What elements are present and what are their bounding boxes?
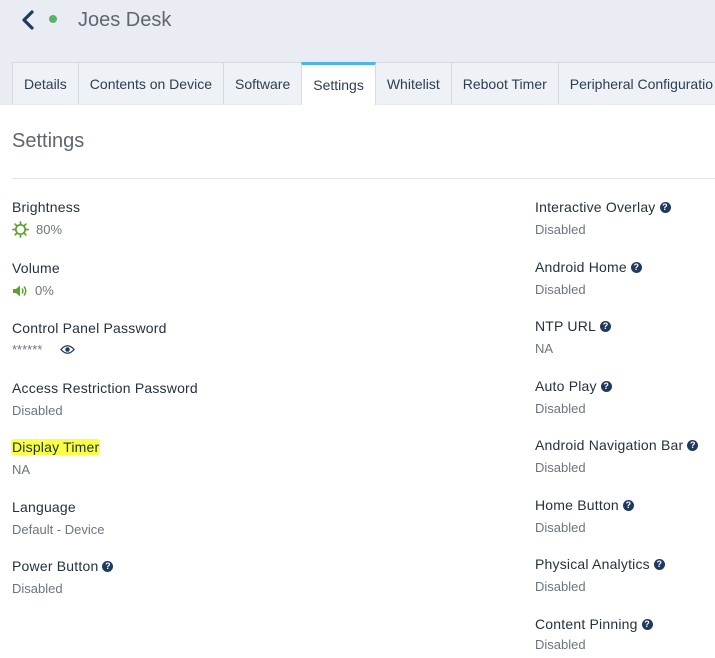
android-home-label-row: Android Home ? — [535, 259, 642, 275]
volume-label: Volume — [12, 260, 60, 276]
android-navigation-bar-value: Disabled — [535, 460, 586, 475]
language-setting: Language Default - Device — [12, 499, 104, 537]
volume-value: 0% — [35, 283, 54, 298]
home-button-value: Disabled — [535, 520, 586, 535]
power-button-label-row: Power Button ? — [12, 558, 114, 574]
interactive-overlay-label: Interactive Overlay — [535, 199, 656, 215]
auto-play-setting: Auto Play ? Disabled — [535, 378, 612, 416]
power-button-label: Power Button — [12, 558, 99, 574]
back-button[interactable] — [16, 6, 40, 34]
tab-contents-on-device[interactable]: Contents on Device — [77, 62, 224, 104]
section-title: Settings — [12, 130, 85, 152]
power-button-setting: Power Button ? Disabled — [12, 558, 114, 596]
tab-software[interactable]: Software — [222, 62, 303, 104]
help-icon[interactable]: ? — [622, 499, 634, 511]
display-timer-label-row: Display Timer — [11, 439, 101, 455]
volume-icon — [12, 284, 28, 298]
ntp-url-label: NTP URL — [535, 318, 597, 334]
android-home-label: Android Home — [535, 259, 627, 275]
android-home-setting: Android Home ? Disabled — [535, 259, 642, 297]
help-icon[interactable]: ? — [659, 201, 671, 213]
home-button-setting: Home Button ? Disabled — [535, 497, 634, 535]
interactive-overlay-label-row: Interactive Overlay ? — [535, 199, 671, 215]
content-pinning-value: Disabled — [535, 637, 586, 652]
brightness-setting: Brightness 80% — [12, 199, 80, 238]
display-timer-label: Display Timer — [11, 439, 101, 455]
tab-reboot-timer[interactable]: Reboot Timer — [450, 62, 559, 104]
home-button-label-row: Home Button ? — [535, 497, 634, 513]
auto-play-label-row: Auto Play ? — [535, 378, 612, 394]
eye-icon[interactable] — [60, 344, 76, 355]
status-indicator — [49, 15, 57, 23]
help-icon[interactable]: ? — [630, 261, 642, 273]
tab-whitelist[interactable]: Whitelist — [374, 62, 452, 104]
tab-bar: Details Contents on Device Software Sett… — [12, 62, 715, 105]
access-restriction-password-setting: Access Restriction Password Disabled — [12, 380, 198, 418]
ntp-url-setting: NTP URL ? NA — [535, 318, 612, 356]
control-panel-password-label: Control Panel Password — [12, 320, 167, 336]
chevron-left-icon — [22, 10, 34, 30]
volume-value-row: 0% — [12, 283, 60, 298]
help-icon[interactable]: ? — [102, 560, 114, 572]
content-pinning-label-row: Content Pinning ? — [535, 616, 653, 632]
ntp-url-label-row: NTP URL ? — [535, 318, 612, 334]
content-pinning-label: Content Pinning — [535, 616, 638, 632]
physical-analytics-label: Physical Analytics — [535, 556, 650, 572]
power-button-value: Disabled — [12, 581, 63, 596]
access-restriction-password-label: Access Restriction Password — [12, 380, 198, 396]
home-button-label: Home Button — [535, 497, 619, 513]
brightness-icon — [12, 221, 29, 238]
access-restriction-password-value: Disabled — [12, 403, 63, 418]
auto-play-label: Auto Play — [535, 378, 597, 394]
android-navigation-bar-label-row: Android Navigation Bar ? — [535, 437, 699, 453]
interactive-overlay-setting: Interactive Overlay ? Disabled — [535, 199, 671, 237]
divider — [12, 178, 715, 179]
language-label: Language — [12, 499, 76, 515]
help-icon[interactable]: ? — [641, 618, 653, 630]
android-navigation-bar-setting: Android Navigation Bar ? Disabled — [535, 437, 699, 475]
control-panel-password-value-row: ****** — [12, 342, 167, 357]
physical-analytics-setting: Physical Analytics ? Disabled — [535, 556, 665, 594]
ntp-url-value: NA — [535, 341, 554, 356]
device-header: Joes Desk Details Contents on Device Sof… — [0, 0, 715, 105]
display-timer-setting: Display Timer NA — [11, 439, 101, 477]
display-timer-value: NA — [12, 462, 31, 477]
page-title: Joes Desk — [78, 9, 172, 31]
help-icon[interactable]: ? — [653, 558, 665, 570]
language-value: Default - Device — [12, 522, 105, 537]
physical-analytics-label-row: Physical Analytics ? — [535, 556, 665, 572]
android-home-value: Disabled — [535, 282, 586, 297]
auto-play-value: Disabled — [535, 401, 586, 416]
volume-setting: Volume 0% — [12, 260, 60, 298]
android-navigation-bar-label: Android Navigation Bar — [535, 437, 684, 453]
content-pinning-setting: Content Pinning ? Disabled — [535, 616, 653, 652]
tab-details[interactable]: Details — [12, 62, 79, 104]
help-icon[interactable]: ? — [600, 380, 612, 392]
tab-peripheral-configuration[interactable]: Peripheral Configuratio — [557, 62, 715, 104]
control-panel-password-setting: Control Panel Password ****** — [12, 320, 167, 357]
interactive-overlay-value: Disabled — [535, 222, 586, 237]
tab-settings[interactable]: Settings — [301, 62, 376, 105]
brightness-value-row: 80% — [12, 221, 80, 238]
brightness-label: Brightness — [12, 199, 81, 215]
control-panel-password-value: ****** — [12, 342, 43, 357]
physical-analytics-value: Disabled — [535, 579, 586, 594]
brightness-value: 80% — [36, 222, 63, 237]
help-icon[interactable]: ? — [600, 320, 612, 332]
help-icon[interactable]: ? — [687, 439, 699, 451]
